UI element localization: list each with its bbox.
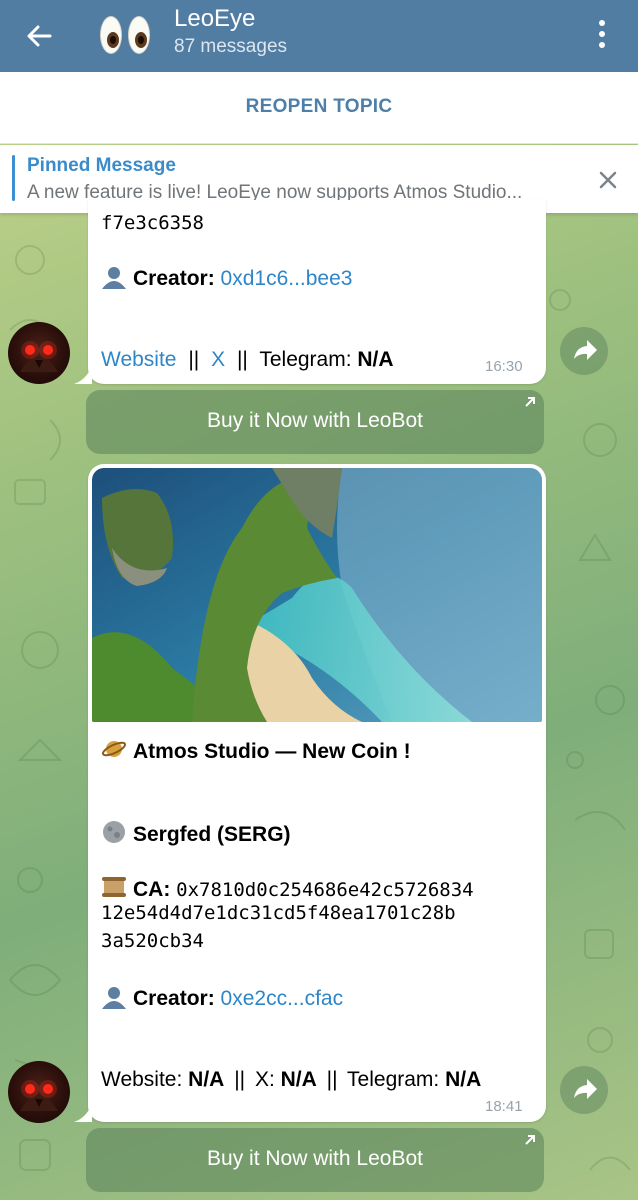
topic-bar: REOPEN TOPIC: [0, 72, 638, 144]
message-title-line: Atmos Studio — New Coin !: [101, 736, 411, 764]
pinned-indicator: [12, 155, 15, 201]
message-bubble[interactable]: Atmos Studio — New Coin ! Sergfed (SERG)…: [88, 464, 546, 1122]
separator: ||: [236, 348, 248, 371]
eye-icon: [100, 16, 122, 54]
coin-line: Sergfed (SERG): [101, 819, 291, 847]
share-button[interactable]: [560, 1066, 608, 1114]
creator-address-link[interactable]: 0xe2cc...cfac: [221, 987, 344, 1010]
creator-line: Creator: 0xe2cc...cfac: [101, 985, 343, 1011]
reopen-topic-button[interactable]: REOPEN TOPIC: [0, 96, 638, 118]
bubble-tail: [74, 366, 92, 384]
message-time: 18:41: [485, 1098, 523, 1115]
external-link-icon: [525, 397, 535, 407]
buy-leobot-button[interactable]: Buy it Now with LeoBot: [86, 1128, 544, 1192]
creator-label: Creator:: [133, 987, 215, 1010]
arrow-left-icon[interactable]: [20, 16, 60, 56]
coin-name: Sergfed (SERG): [133, 823, 291, 846]
eye-icon: [128, 16, 150, 54]
links-line: Website || X || Telegram: N/A: [101, 348, 394, 372]
buy-leobot-label: Buy it Now with LeoBot: [207, 409, 423, 432]
contract-address[interactable]: 0x7810d0c254686e42c5726834: [176, 879, 473, 901]
ca-label: CA:: [133, 878, 171, 901]
separator: ||: [234, 1068, 246, 1091]
external-link-icon: [525, 1135, 535, 1145]
telegram-label: Telegram:: [259, 348, 352, 371]
buy-leobot-button[interactable]: Buy it Now with LeoBot: [86, 390, 544, 454]
bubble-tail: [74, 1104, 92, 1122]
more-vertical-icon[interactable]: [588, 14, 616, 54]
creator-label: Creator:: [133, 267, 215, 290]
telegram-label: Telegram:: [347, 1068, 440, 1091]
scroll-icon: [102, 877, 126, 897]
person-silhouette-icon: [102, 267, 126, 289]
coastline-photo: [92, 468, 542, 722]
x-value: N/A: [280, 1068, 317, 1091]
website-label: Website:: [101, 1068, 183, 1091]
x-label: X:: [254, 1068, 275, 1091]
telegram-value: N/A: [357, 348, 394, 371]
share-button[interactable]: [560, 327, 608, 375]
contract-address-cont[interactable]: 3a520cb34: [101, 930, 204, 952]
avatar[interactable]: [8, 322, 70, 384]
contract-address-line: CA: 0x7810d0c254686e42c5726834: [101, 874, 474, 902]
message-time: 16:30: [485, 358, 523, 375]
links-line: Website: N/A || X: N/A || Telegram: N/A: [101, 1068, 481, 1092]
chat-header: LeoEye 87 messages: [0, 0, 638, 72]
contract-address-tail[interactable]: f7e3c6358: [101, 212, 204, 234]
pinned-title: Pinned Message: [27, 155, 176, 176]
website-link[interactable]: Website: [101, 348, 176, 371]
person-silhouette-icon: [102, 987, 126, 1009]
ringed-planet-icon: [101, 741, 127, 757]
x-link[interactable]: X: [211, 348, 225, 371]
contract-address-cont[interactable]: 12e54d4d7e1dc31cd5f48ea1701c28b: [101, 902, 456, 924]
avatar[interactable]: [8, 1061, 70, 1123]
share-icon: [574, 1079, 597, 1099]
separator: ||: [188, 348, 200, 371]
lion-avatar-icon: [20, 1080, 58, 1111]
message-photo[interactable]: [92, 468, 542, 722]
creator-line: Creator: 0xd1c6...bee3: [101, 265, 352, 291]
message-bubble[interactable]: f7e3c6358 Creator: 0xd1c6...bee3 Website…: [88, 200, 546, 384]
message-title: Atmos Studio — New Coin !: [133, 740, 411, 763]
creator-address-link[interactable]: 0xd1c6...bee3: [221, 267, 353, 290]
share-icon: [574, 340, 597, 360]
message-count: 87 messages: [174, 36, 288, 57]
website-value: N/A: [188, 1068, 225, 1091]
lion-avatar-icon: [20, 341, 58, 372]
moon-icon: [103, 821, 125, 843]
chat-title[interactable]: LeoEye: [174, 5, 255, 33]
separator: ||: [326, 1068, 338, 1091]
telegram-value: N/A: [445, 1068, 482, 1091]
chat-avatar-eyes[interactable]: [98, 8, 154, 64]
close-icon[interactable]: [596, 168, 620, 192]
buy-leobot-label: Buy it Now with LeoBot: [207, 1147, 423, 1170]
